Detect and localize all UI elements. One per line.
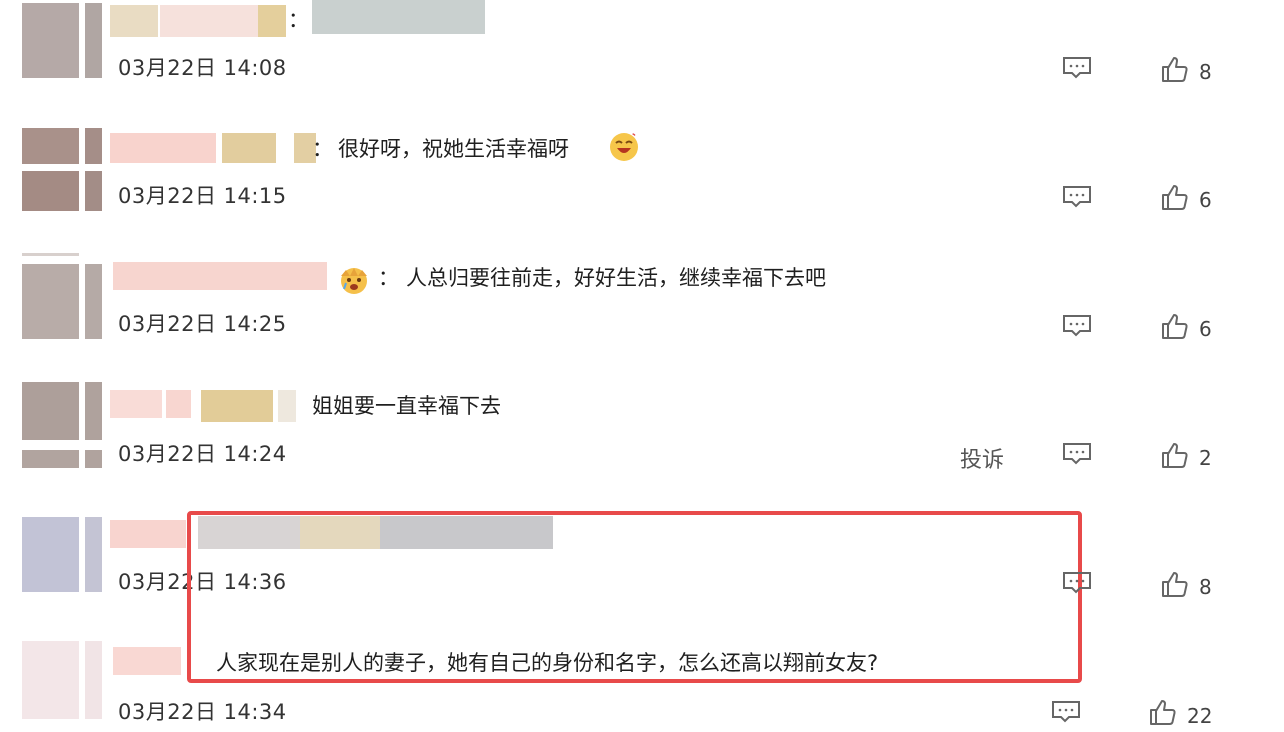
like-count: 8 bbox=[1199, 575, 1212, 599]
like-count: 6 bbox=[1199, 188, 1212, 212]
reply-icon[interactable] bbox=[1062, 185, 1092, 209]
username-blurred bbox=[258, 5, 286, 37]
like-count: 8 bbox=[1199, 60, 1212, 84]
username-blurred bbox=[160, 5, 258, 37]
username-blurred bbox=[201, 390, 273, 422]
thumbs-up-icon[interactable] bbox=[1161, 183, 1189, 211]
avatar-strip bbox=[85, 641, 102, 719]
avatar[interactable] bbox=[22, 517, 79, 592]
avatar-strip bbox=[85, 517, 102, 592]
username-blurred[interactable] bbox=[113, 647, 181, 675]
comment-time: 03月22日 14:08 bbox=[118, 56, 287, 80]
avatar[interactable] bbox=[22, 3, 79, 78]
like-count: 22 bbox=[1187, 704, 1213, 728]
avatar bbox=[22, 450, 79, 468]
username-blurred[interactable] bbox=[110, 520, 186, 548]
reply-icon[interactable] bbox=[1062, 56, 1092, 80]
avatar-strip bbox=[85, 171, 102, 211]
comment-text: 很好呀，祝她生活幸福呀 bbox=[338, 137, 569, 161]
avatar-strip bbox=[85, 3, 102, 78]
thumbs-up-icon[interactable] bbox=[1161, 312, 1189, 340]
avatar-strip bbox=[85, 128, 102, 164]
avatar-strip bbox=[85, 450, 102, 468]
comment-text-blurred bbox=[312, 0, 485, 34]
like-count: 6 bbox=[1199, 317, 1212, 341]
reply-icon[interactable] bbox=[1062, 571, 1092, 595]
thumbs-up-icon[interactable] bbox=[1161, 570, 1189, 598]
username-blurred bbox=[166, 390, 191, 418]
avatar bbox=[22, 171, 79, 211]
thumbs-up-icon[interactable] bbox=[1149, 698, 1177, 726]
avatar[interactable] bbox=[22, 382, 79, 440]
separator: ： bbox=[288, 8, 309, 32]
avatar[interactable] bbox=[22, 128, 79, 164]
laughing-emoji-icon bbox=[610, 132, 638, 161]
thumbs-up-icon[interactable] bbox=[1161, 55, 1189, 83]
thumbs-up-icon[interactable] bbox=[1161, 441, 1189, 469]
comment-item: ： 03月22日 14:08 bbox=[0, 0, 1284, 100]
crying-emoji-icon bbox=[341, 268, 367, 294]
avatar-strip bbox=[85, 264, 102, 339]
report-button[interactable]: 投诉 bbox=[960, 442, 1004, 474]
comment-text: 姐姐要一直幸福下去 bbox=[312, 394, 501, 418]
username-blurred[interactable] bbox=[110, 5, 158, 37]
reply-icon[interactable] bbox=[1062, 442, 1092, 466]
comment-time: 03月22日 14:34 bbox=[118, 700, 287, 724]
username-blurred[interactable] bbox=[110, 390, 162, 418]
comment-text: 人总归要往前走，好好生活，继续幸福下去吧 bbox=[406, 266, 826, 290]
avatar[interactable] bbox=[22, 264, 79, 339]
username-blurred[interactable] bbox=[110, 133, 216, 163]
username-blurred bbox=[278, 390, 296, 422]
comment-time: 03月22日 14:25 bbox=[118, 312, 287, 336]
comment-time: 03月22日 14:15 bbox=[118, 184, 287, 208]
like-count: 2 bbox=[1199, 446, 1212, 470]
username-blurred bbox=[222, 133, 276, 163]
reply-icon[interactable] bbox=[1062, 314, 1092, 338]
avatar[interactable] bbox=[22, 641, 79, 719]
highlight-box bbox=[187, 511, 1082, 683]
avatar-strip bbox=[85, 382, 102, 440]
separator: ： bbox=[378, 266, 399, 290]
username-blurred[interactable] bbox=[113, 262, 327, 290]
reply-icon[interactable] bbox=[1051, 700, 1081, 724]
avatar-line bbox=[22, 253, 79, 256]
comment-time: 03月22日 14:24 bbox=[118, 442, 287, 466]
separator: ： bbox=[312, 137, 333, 161]
